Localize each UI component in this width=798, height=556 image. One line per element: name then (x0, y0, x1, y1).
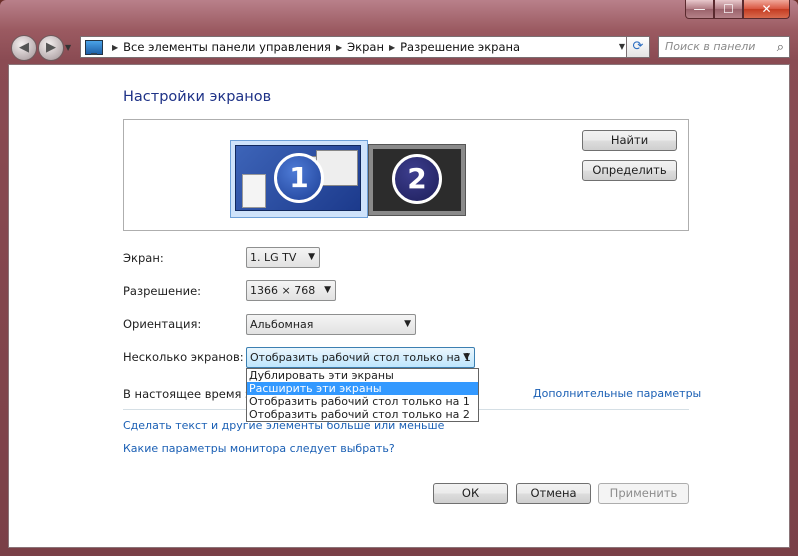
search-icon[interactable]: ⌕ (777, 38, 784, 58)
address-bar[interactable]: ▶ Все элементы панели управления ▶ Экран… (80, 36, 630, 58)
multiple-displays-select-value: Отобразить рабочий стол только на 1 (250, 351, 471, 364)
advanced-settings-link[interactable]: Дополнительные параметры (533, 387, 701, 400)
monitor-1-selection[interactable]: 1 (230, 140, 368, 218)
breadcrumb-separator-icon[interactable]: ▶ (112, 43, 118, 52)
breadcrumb-all-items[interactable]: Все элементы панели управления (123, 40, 331, 54)
page-title: Настройки экранов (123, 89, 272, 105)
navigation-bar: ◀ ▶ ▼ ▶ Все элементы панели управления ▶… (8, 33, 790, 73)
minimize-button[interactable]: — (685, 0, 714, 19)
find-button[interactable]: Найти (582, 130, 677, 151)
which-settings-link[interactable]: Какие параметры монитора следует выбрать… (123, 442, 395, 455)
monitor-2[interactable]: 2 (368, 144, 466, 216)
recent-pages-dropdown-icon[interactable]: ▼ (65, 43, 71, 52)
refresh-button[interactable]: ⟳ (626, 36, 650, 58)
dropdown-option-extend[interactable]: Расширить эти экраны (247, 382, 478, 395)
chevron-down-icon: ▼ (463, 352, 470, 362)
identify-button[interactable]: Определить (582, 160, 677, 181)
breadcrumb-screen-resolution[interactable]: Разрешение экрана (400, 40, 520, 54)
current-main-display-text: В настоящее время это основной экран. (123, 387, 246, 401)
chevron-down-icon: ▼ (324, 285, 331, 295)
multiple-displays-label: Несколько экранов: (123, 350, 244, 364)
screen-label: Экран: (123, 251, 164, 265)
window-frame: — ☐ ✕ ◀ ▶ ▼ ▶ Все элементы панели управл… (0, 0, 798, 556)
dropdown-option-only-2[interactable]: Отобразить рабочий стол только на 2 (247, 408, 478, 421)
monitor-1[interactable]: 1 (235, 145, 361, 211)
search-input[interactable]: Поиск в панели упр... ⌕ (658, 36, 790, 73)
multiple-displays-dropdown-list[interactable]: Дублировать эти экраны Расширить эти экр… (246, 368, 479, 422)
breadcrumb-separator-icon[interactable]: ▶ (336, 43, 342, 52)
back-button[interactable]: ◀ (11, 35, 37, 61)
resolution-label: Разрешение: (123, 284, 202, 298)
dropdown-option-only-1[interactable]: Отобразить рабочий стол только на 1 (247, 395, 478, 408)
monitor-2-number: 2 (392, 154, 442, 204)
close-button[interactable]: ✕ (743, 0, 790, 19)
apply-button[interactable]: Применить (598, 483, 689, 504)
resolution-select[interactable]: 1366 × 768 ▼ (246, 280, 336, 301)
chevron-down-icon: ▼ (404, 319, 411, 329)
orientation-label: Ориентация: (123, 317, 202, 331)
monitor-arrangement-area: 1 2 Найти Определить (123, 119, 689, 231)
breadcrumb-display[interactable]: Экран (347, 40, 384, 54)
screen-select-value: 1. LG TV (250, 251, 297, 264)
resolution-select-value: 1366 × 768 (250, 284, 316, 297)
title-bar-buttons: — ☐ ✕ (685, 0, 790, 19)
breadcrumb-separator-icon[interactable]: ▶ (389, 43, 395, 52)
maximize-button[interactable]: ☐ (714, 0, 743, 19)
multiple-displays-select[interactable]: Отобразить рабочий стол только на 1 ▼ (246, 347, 475, 368)
window-thumbnail (242, 174, 266, 208)
address-dropdown-icon[interactable]: ▼ (619, 42, 625, 51)
orientation-select[interactable]: Альбомная ▼ (246, 314, 416, 335)
cancel-button[interactable]: Отмена (516, 483, 591, 504)
screen-select[interactable]: 1. LG TV ▼ (246, 247, 320, 268)
control-panel-icon (85, 39, 103, 55)
chevron-down-icon: ▼ (308, 252, 315, 262)
dropdown-option-duplicate[interactable]: Дублировать эти экраны (247, 369, 478, 382)
forward-button[interactable]: ▶ (38, 35, 64, 61)
ok-button[interactable]: ОК (433, 483, 508, 504)
monitor-1-number: 1 (274, 153, 324, 203)
orientation-select-value: Альбомная (250, 318, 314, 331)
content-pane: Настройки экранов 1 2 Найти Определить Э… (8, 64, 790, 548)
